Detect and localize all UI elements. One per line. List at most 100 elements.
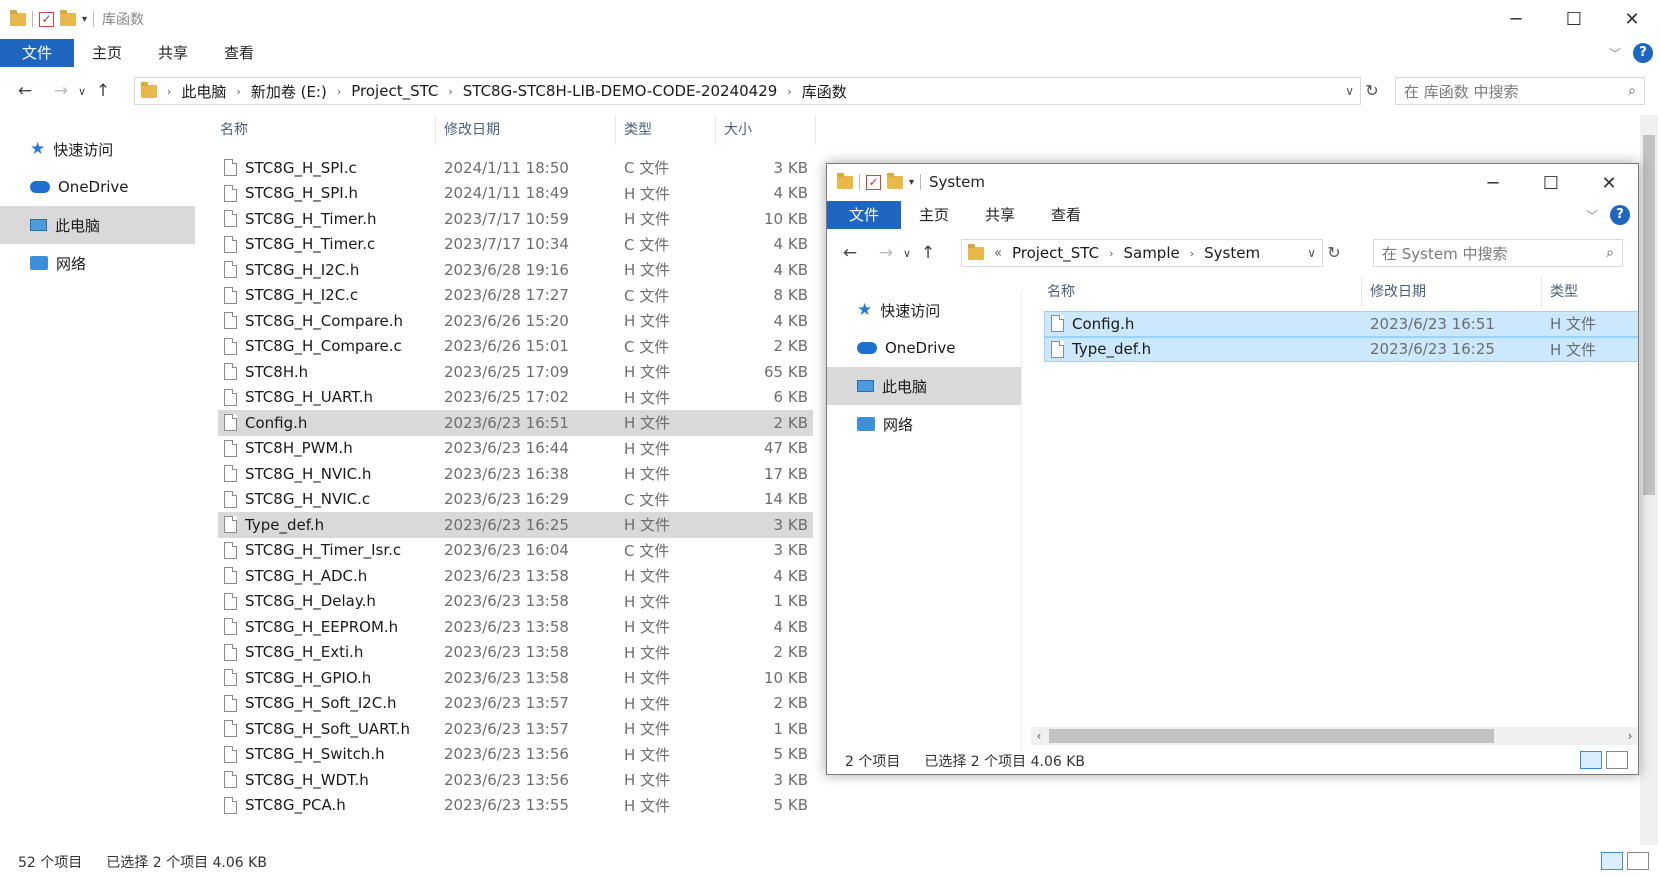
new-folder-icon[interactable] <box>887 172 903 189</box>
file-row[interactable]: STC8G_H_SPI.c 2024/1/11 18:50 C 文件 3 KB <box>218 155 813 181</box>
recent-locations-icon[interactable]: ∨ <box>74 85 90 98</box>
tab-view[interactable]: 查看 <box>1033 201 1099 229</box>
minimize-button[interactable]: ─ <box>1487 0 1545 38</box>
file-row[interactable]: STC8G_H_Timer_Isr.c 2023/6/23 16:04 C 文件 3 … <box>218 538 813 564</box>
tab-view[interactable]: 查看 <box>206 39 272 67</box>
minimize-button[interactable]: ─ <box>1464 164 1522 202</box>
column-header-size[interactable]: 大小 <box>716 115 816 145</box>
breadcrumb-overflow[interactable]: « <box>990 246 1006 261</box>
tab-home[interactable]: 主页 <box>74 39 140 67</box>
scrollbar-thumb[interactable] <box>1049 729 1494 743</box>
file-row[interactable]: STC8G_H_Compare.c 2023/6/26 15:01 C 文件 2 KB <box>218 334 813 360</box>
column-header-date[interactable]: 修改日期 <box>1362 277 1542 307</box>
new-folder-icon[interactable] <box>60 9 76 26</box>
large-icons-view-icon[interactable] <box>1606 751 1628 769</box>
file-row[interactable]: STC8G_H_Switch.h 2023/6/23 13:56 H 文件 5 KB <box>218 742 813 768</box>
file-row[interactable]: STC8G_H_Soft_I2C.h 2023/6/23 13:57 H 文件 2 K… <box>218 691 813 717</box>
up-arrow-icon[interactable]: ↑ <box>90 81 116 101</box>
breadcrumb-current[interactable]: 库函数 <box>796 81 853 102</box>
file-row[interactable]: Config.h 2023/6/23 16:51 H 文件 2 KB <box>218 410 813 436</box>
search-icon[interactable]: ⌕ <box>1628 83 1636 99</box>
sidebar-item-network[interactable]: 网络 <box>0 244 195 282</box>
sidebar-item-this-pc[interactable]: 此电脑 <box>827 367 1021 405</box>
column-header-name[interactable]: 名称 <box>212 115 436 145</box>
address-dropdown-icon[interactable]: ∨ <box>1345 84 1354 98</box>
forward-arrow-icon[interactable]: → <box>873 243 899 263</box>
back-arrow-icon[interactable]: ← <box>12 81 38 101</box>
refresh-icon[interactable]: ↻ <box>1323 239 1345 267</box>
column-header-type[interactable]: 类型 <box>616 115 716 145</box>
file-row[interactable]: STC8G_H_Timer.c 2023/7/17 10:34 C 文件 4 KB <box>218 232 813 258</box>
file-row[interactable]: Type_def.h 2023/6/23 16:25 H 文件 <box>1044 336 1638 362</box>
file-row[interactable]: STC8H.h 2023/6/25 17:09 H 文件 65 KB <box>218 359 813 385</box>
forward-arrow-icon[interactable]: → <box>48 81 74 101</box>
file-row[interactable]: STC8H_PWM.h 2023/6/23 16:44 H 文件 47 KB <box>218 436 813 462</box>
file-row[interactable]: Config.h 2023/6/23 16:51 H 文件 <box>1044 311 1638 337</box>
file-row[interactable]: STC8G_H_I2C.c 2023/6/28 17:27 C 文件 8 KB <box>218 283 813 309</box>
maximize-button[interactable]: ☐ <box>1522 164 1580 202</box>
details-view-icon[interactable] <box>1601 852 1623 870</box>
breadcrumb-separator-icon[interactable]: › <box>232 85 244 98</box>
breadcrumb-separator-icon[interactable]: › <box>333 85 345 98</box>
file-row[interactable]: STC8G_PCA.h 2023/6/23 13:55 H 文件 5 KB <box>218 793 813 819</box>
sidebar-item-onedrive[interactable]: OneDrive <box>827 329 1021 367</box>
column-header-name[interactable]: 名称 <box>1039 277 1362 307</box>
maximize-button[interactable]: ☐ <box>1545 0 1603 38</box>
tab-file[interactable]: 文件 <box>0 39 75 67</box>
breadcrumb-project-stc[interactable]: Project_STC <box>1006 244 1105 262</box>
customize-toolbar-icon[interactable]: ▾ <box>909 177 914 188</box>
close-button[interactable]: ✕ <box>1580 164 1638 202</box>
expand-ribbon-icon[interactable]: ﹀ <box>1609 45 1621 62</box>
details-view-icon[interactable] <box>1580 751 1602 769</box>
vertical-scrollbar[interactable] <box>1640 115 1658 845</box>
tab-share[interactable]: 共享 <box>967 201 1033 229</box>
breadcrumb-this-pc[interactable]: 此电脑 <box>175 81 232 102</box>
recent-locations-icon[interactable]: ∨ <box>899 247 915 260</box>
file-row[interactable]: STC8G_H_GPIO.h 2023/6/23 13:58 H 文件 10 KB <box>218 665 813 691</box>
file-row[interactable]: STC8G_H_NVIC.h 2023/6/23 16:38 H 文件 17 KB <box>218 461 813 487</box>
help-icon[interactable]: ? <box>1610 205 1630 225</box>
tab-home[interactable]: 主页 <box>901 201 967 229</box>
breadcrumb-current[interactable]: System <box>1198 244 1266 262</box>
scroll-left-icon[interactable]: ‹ <box>1031 727 1047 745</box>
file-row[interactable]: STC8G_H_Delay.h 2023/6/23 13:58 H 文件 1 KB <box>218 589 813 615</box>
column-header-date[interactable]: 修改日期 <box>436 115 616 145</box>
sidebar-item-quick-access[interactable]: ★ 快速访问 <box>827 291 1021 329</box>
breadcrumb-separator-icon[interactable]: › <box>783 85 795 98</box>
breadcrumb-project-stc[interactable]: Project_STC <box>345 82 444 100</box>
close-button[interactable]: ✕ <box>1603 0 1661 38</box>
file-row[interactable]: STC8G_H_Soft_UART.h 2023/6/23 13:57 H 文件 1 … <box>218 716 813 742</box>
search-input[interactable]: 在 System 中搜索 ⌕ <box>1373 239 1623 267</box>
scrollbar-thumb[interactable] <box>1643 135 1655 495</box>
file-row[interactable]: STC8G_H_I2C.h 2023/6/28 19:16 H 文件 4 KB <box>218 257 813 283</box>
breadcrumb-separator-icon[interactable]: › <box>1105 247 1117 260</box>
refresh-icon[interactable]: ↻ <box>1361 77 1383 105</box>
breadcrumb-lib-demo[interactable]: STC8G-STC8H-LIB-DEMO-CODE-20240429 <box>457 82 784 100</box>
file-row[interactable]: STC8G_H_Compare.h 2023/6/26 15:20 H 文件 4 KB <box>218 308 813 334</box>
breadcrumb-separator-icon[interactable]: › <box>1186 247 1198 260</box>
file-row[interactable]: STC8G_H_NVIC.c 2023/6/23 16:29 C 文件 14 KB <box>218 487 813 513</box>
up-arrow-icon[interactable]: ↑ <box>915 243 941 263</box>
properties-icon[interactable]: ✓ <box>866 174 881 190</box>
file-row[interactable]: STC8G_H_SPI.h 2024/1/11 18:49 H 文件 4 KB <box>218 181 813 207</box>
customize-toolbar-icon[interactable]: ▾ <box>82 14 87 25</box>
file-row[interactable]: STC8G_H_Exti.h 2023/6/23 13:58 H 文件 2 KB <box>218 640 813 666</box>
breadcrumb-drive-e[interactable]: 新加卷 (E:) <box>245 81 333 102</box>
breadcrumb-separator-icon[interactable]: › <box>163 85 175 98</box>
column-header-type[interactable]: 类型 <box>1542 277 1632 307</box>
address-dropdown-icon[interactable]: ∨ <box>1307 246 1316 260</box>
back-arrow-icon[interactable]: ← <box>837 243 863 263</box>
file-row[interactable]: STC8G_H_WDT.h 2023/6/23 13:56 H 文件 3 KB <box>218 767 813 793</box>
address-bar[interactable]: › 此电脑 › 新加卷 (E:) › Project_STC › STC8G-S… <box>134 77 1361 105</box>
search-icon[interactable]: ⌕ <box>1606 245 1614 261</box>
sidebar-item-quick-access[interactable]: ★ 快速访问 <box>0 130 195 168</box>
scroll-right-icon[interactable]: › <box>1622 727 1638 745</box>
file-row[interactable]: STC8G_H_Timer.h 2023/7/17 10:59 H 文件 10 KB <box>218 206 813 232</box>
file-row[interactable]: Type_def.h 2023/6/23 16:25 H 文件 3 KB <box>218 512 813 538</box>
address-bar[interactable]: « Project_STC › Sample › System ∨ <box>961 239 1323 267</box>
breadcrumb-sample[interactable]: Sample <box>1117 244 1185 262</box>
sidebar-item-onedrive[interactable]: OneDrive <box>0 168 195 206</box>
properties-icon[interactable]: ✓ <box>39 11 54 27</box>
large-icons-view-icon[interactable] <box>1627 852 1649 870</box>
file-row[interactable]: STC8G_H_ADC.h 2023/6/23 13:58 H 文件 4 KB <box>218 563 813 589</box>
